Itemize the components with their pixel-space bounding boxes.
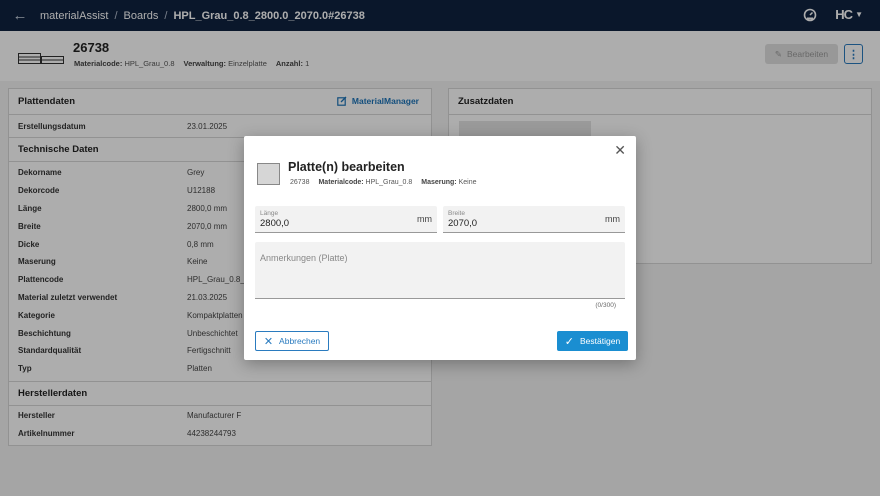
laenge-label: Länge	[260, 210, 279, 217]
dialog-meta: 26738 Materialcode: HPL_Grau_0.8 Maserun…	[290, 179, 477, 186]
breite-unit: mm	[605, 214, 620, 224]
cancel-button-label: Abbrechen	[279, 336, 321, 346]
breite-field[interactable]: Breite 2070,0 mm	[443, 206, 625, 233]
dialog-board-id: 26738	[290, 179, 310, 186]
character-counter: (0/300)	[595, 302, 616, 309]
confirm-button-label: Bestätigen	[580, 336, 621, 346]
maserung-label: Maserung:	[421, 179, 457, 186]
laenge-field[interactable]: Länge 2800,0 mm	[255, 206, 437, 233]
anmerkungen-placeholder: Anmerkungen (Platte)	[260, 253, 348, 263]
cancel-button[interactable]: ✕ Abbrechen	[255, 331, 329, 351]
decor-swatch	[257, 163, 280, 185]
laenge-unit: mm	[417, 214, 432, 224]
confirm-button[interactable]: ✓ Bestätigen	[557, 331, 628, 351]
materialcode-label: Materialcode:	[318, 179, 364, 186]
materialcode-value: HPL_Grau_0.8	[365, 179, 413, 186]
edit-board-dialog: ✕ Platte(n) bearbeiten 26738 Materialcod…	[244, 136, 636, 360]
check-icon: ✓	[564, 335, 575, 348]
dialog-title: Platte(n) bearbeiten	[288, 160, 405, 174]
laenge-value: 2800,0	[260, 218, 290, 229]
breite-value: 2070,0	[448, 218, 478, 229]
close-icon[interactable]: ✕	[614, 142, 626, 159]
anmerkungen-textarea[interactable]: Anmerkungen (Platte)	[255, 242, 625, 299]
close-icon: ✕	[263, 335, 274, 348]
maserung-value: Keine	[458, 179, 477, 186]
breite-label: Breite	[448, 210, 465, 217]
